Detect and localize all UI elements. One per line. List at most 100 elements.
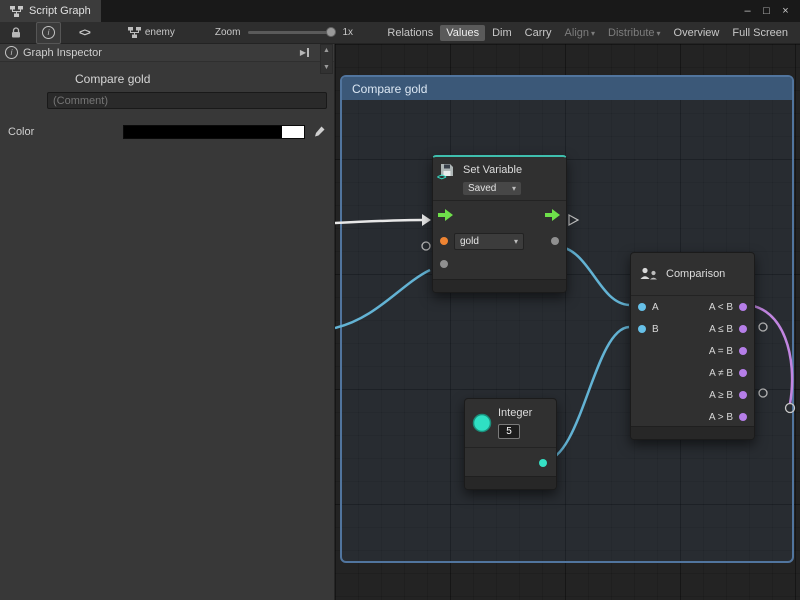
- comment-input[interactable]: [47, 92, 327, 109]
- group-title: Compare gold: [352, 82, 427, 96]
- color-label: Color: [8, 126, 123, 138]
- port-variable-name[interactable]: [440, 237, 448, 245]
- comparison-row: A ≥ B: [631, 384, 754, 406]
- comparison-row: A > B: [631, 406, 754, 428]
- close-icon[interactable]: ×: [776, 0, 795, 22]
- color-alpha-bar: [282, 126, 304, 138]
- port-a-eq-b[interactable]: [739, 347, 747, 355]
- set-variable-title: Set Variable: [463, 164, 522, 176]
- node-footer: [631, 426, 754, 439]
- zoom-slider[interactable]: [248, 31, 334, 34]
- graph-inspector-title: Graph Inspector: [23, 47, 102, 59]
- tab-script-graph[interactable]: Script Graph: [0, 0, 101, 22]
- align-button[interactable]: Align▾: [559, 25, 601, 41]
- variable-scope-dropdown[interactable]: Saved ▾: [463, 182, 521, 195]
- code-badge-icon: <>: [437, 172, 446, 182]
- dock-toggle-button[interactable]: ▶: [300, 48, 309, 57]
- info-icon: i: [5, 46, 18, 59]
- comparison-row: A ≠ B: [631, 362, 754, 384]
- chevron-down-icon: ▾: [657, 29, 661, 38]
- port-input-value[interactable]: [440, 260, 448, 268]
- chevron-down-icon: ▾: [591, 29, 595, 38]
- inspector-toggle-button[interactable]: i: [36, 22, 61, 44]
- eyedropper-icon[interactable]: [312, 125, 326, 139]
- variable-scope-value: Saved: [468, 183, 496, 194]
- script-graph-icon: [10, 6, 23, 17]
- tab-label: Script Graph: [29, 5, 91, 17]
- color-row: Color: [0, 125, 334, 139]
- distribute-button[interactable]: Distribute▾: [602, 25, 666, 41]
- graph-inspector-panel: i Graph Inspector ▶ ▲ ▼ Compare gold Col…: [0, 44, 335, 600]
- node-integer[interactable]: Integer 5: [464, 398, 557, 490]
- integer-port-row: [465, 448, 556, 478]
- output-label: A = B: [709, 346, 733, 357]
- carry-button[interactable]: Carry: [519, 25, 558, 41]
- port-integer-output[interactable]: [539, 459, 547, 467]
- port-input-b[interactable]: [638, 325, 646, 333]
- inspector-scrollbar[interactable]: ▲ ▼: [320, 44, 333, 74]
- fullscreen-button[interactable]: Full Screen: [726, 25, 794, 41]
- graph-toolbar: i <> enemy Zoom 1x Relations Values Dim …: [0, 22, 800, 44]
- flow-in-port[interactable]: [438, 209, 454, 221]
- maximize-icon[interactable]: □: [757, 0, 776, 22]
- zoom-label: Zoom: [215, 27, 241, 38]
- output-label: A < B: [709, 302, 733, 313]
- chevron-down-icon: ▾: [514, 237, 518, 246]
- zoom-value: 1x: [342, 27, 353, 38]
- color-swatch[interactable]: [123, 125, 305, 139]
- node-comparison[interactable]: Comparison A A < B B A ≤ B: [630, 252, 755, 440]
- integer-title: Integer: [498, 407, 532, 419]
- graph-canvas[interactable]: Compare gold: [335, 44, 800, 600]
- output-label: A ≠ B: [709, 368, 733, 379]
- variable-name-value: gold: [460, 236, 479, 247]
- port-input-a[interactable]: [638, 303, 646, 311]
- port-a-gte-b[interactable]: [739, 391, 747, 399]
- output-label: A ≤ B: [709, 324, 733, 335]
- graph-title: Compare gold: [75, 72, 334, 86]
- graph-inspector-header: i Graph Inspector ▶: [0, 44, 334, 62]
- port-a-lte-b[interactable]: [739, 325, 747, 333]
- flow-out-port[interactable]: [545, 209, 561, 221]
- minimize-icon[interactable]: –: [738, 0, 757, 22]
- unity-visual-scripting-window: Script Graph – □ × i <> enemy: [0, 0, 800, 600]
- port-a-gt-b[interactable]: [739, 413, 747, 421]
- comparison-row: B A ≤ B: [631, 318, 754, 340]
- variable-name-dropdown[interactable]: gold ▾: [454, 233, 524, 250]
- lock-icon[interactable]: [6, 24, 26, 42]
- step-forward-bar: [307, 48, 309, 57]
- code-icon[interactable]: <>: [79, 27, 90, 39]
- save-variable-icon: <>: [439, 162, 457, 178]
- relations-button[interactable]: Relations: [381, 25, 439, 41]
- comparison-row: A A < B: [631, 296, 754, 318]
- integer-header[interactable]: Integer 5: [465, 399, 556, 447]
- node-set-variable[interactable]: <> Set Variable Saved ▾: [432, 155, 567, 293]
- comparison-title: Comparison: [666, 268, 725, 280]
- values-button[interactable]: Values: [440, 25, 485, 41]
- node-footer: [433, 279, 566, 292]
- port-a-less-b[interactable]: [739, 303, 747, 311]
- comparison-row: A = B: [631, 340, 754, 362]
- scroll-up-icon[interactable]: ▲: [323, 47, 330, 54]
- integer-value-field[interactable]: 5: [498, 424, 520, 439]
- set-variable-header[interactable]: <> Set Variable Saved ▾: [433, 157, 566, 200]
- info-icon: i: [42, 26, 55, 39]
- port-output-value[interactable]: [551, 237, 559, 245]
- zoom-slider-handle[interactable]: [326, 27, 336, 37]
- overview-button[interactable]: Overview: [668, 25, 726, 41]
- input-b-label: B: [652, 324, 659, 335]
- group-header[interactable]: Compare gold: [342, 77, 792, 100]
- dim-button[interactable]: Dim: [486, 25, 518, 41]
- toolbar-buttons: Relations Values Dim Carry Align▾ Distri…: [381, 25, 794, 41]
- comparison-icon: [639, 266, 659, 282]
- window-titlebar: Script Graph – □ ×: [0, 0, 800, 22]
- value-input-row: [433, 253, 566, 275]
- asset-breadcrumb[interactable]: enemy: [128, 27, 175, 38]
- comparison-header[interactable]: Comparison: [631, 253, 754, 296]
- chevron-down-icon: ▾: [512, 184, 516, 193]
- window-controls: – □ ×: [738, 0, 800, 22]
- port-a-neq-b[interactable]: [739, 369, 747, 377]
- output-label: A ≥ B: [709, 390, 733, 401]
- scroll-down-icon[interactable]: ▼: [323, 64, 330, 71]
- step-forward-icon: ▶: [300, 48, 306, 57]
- variable-name-row: gold ▾: [433, 229, 566, 253]
